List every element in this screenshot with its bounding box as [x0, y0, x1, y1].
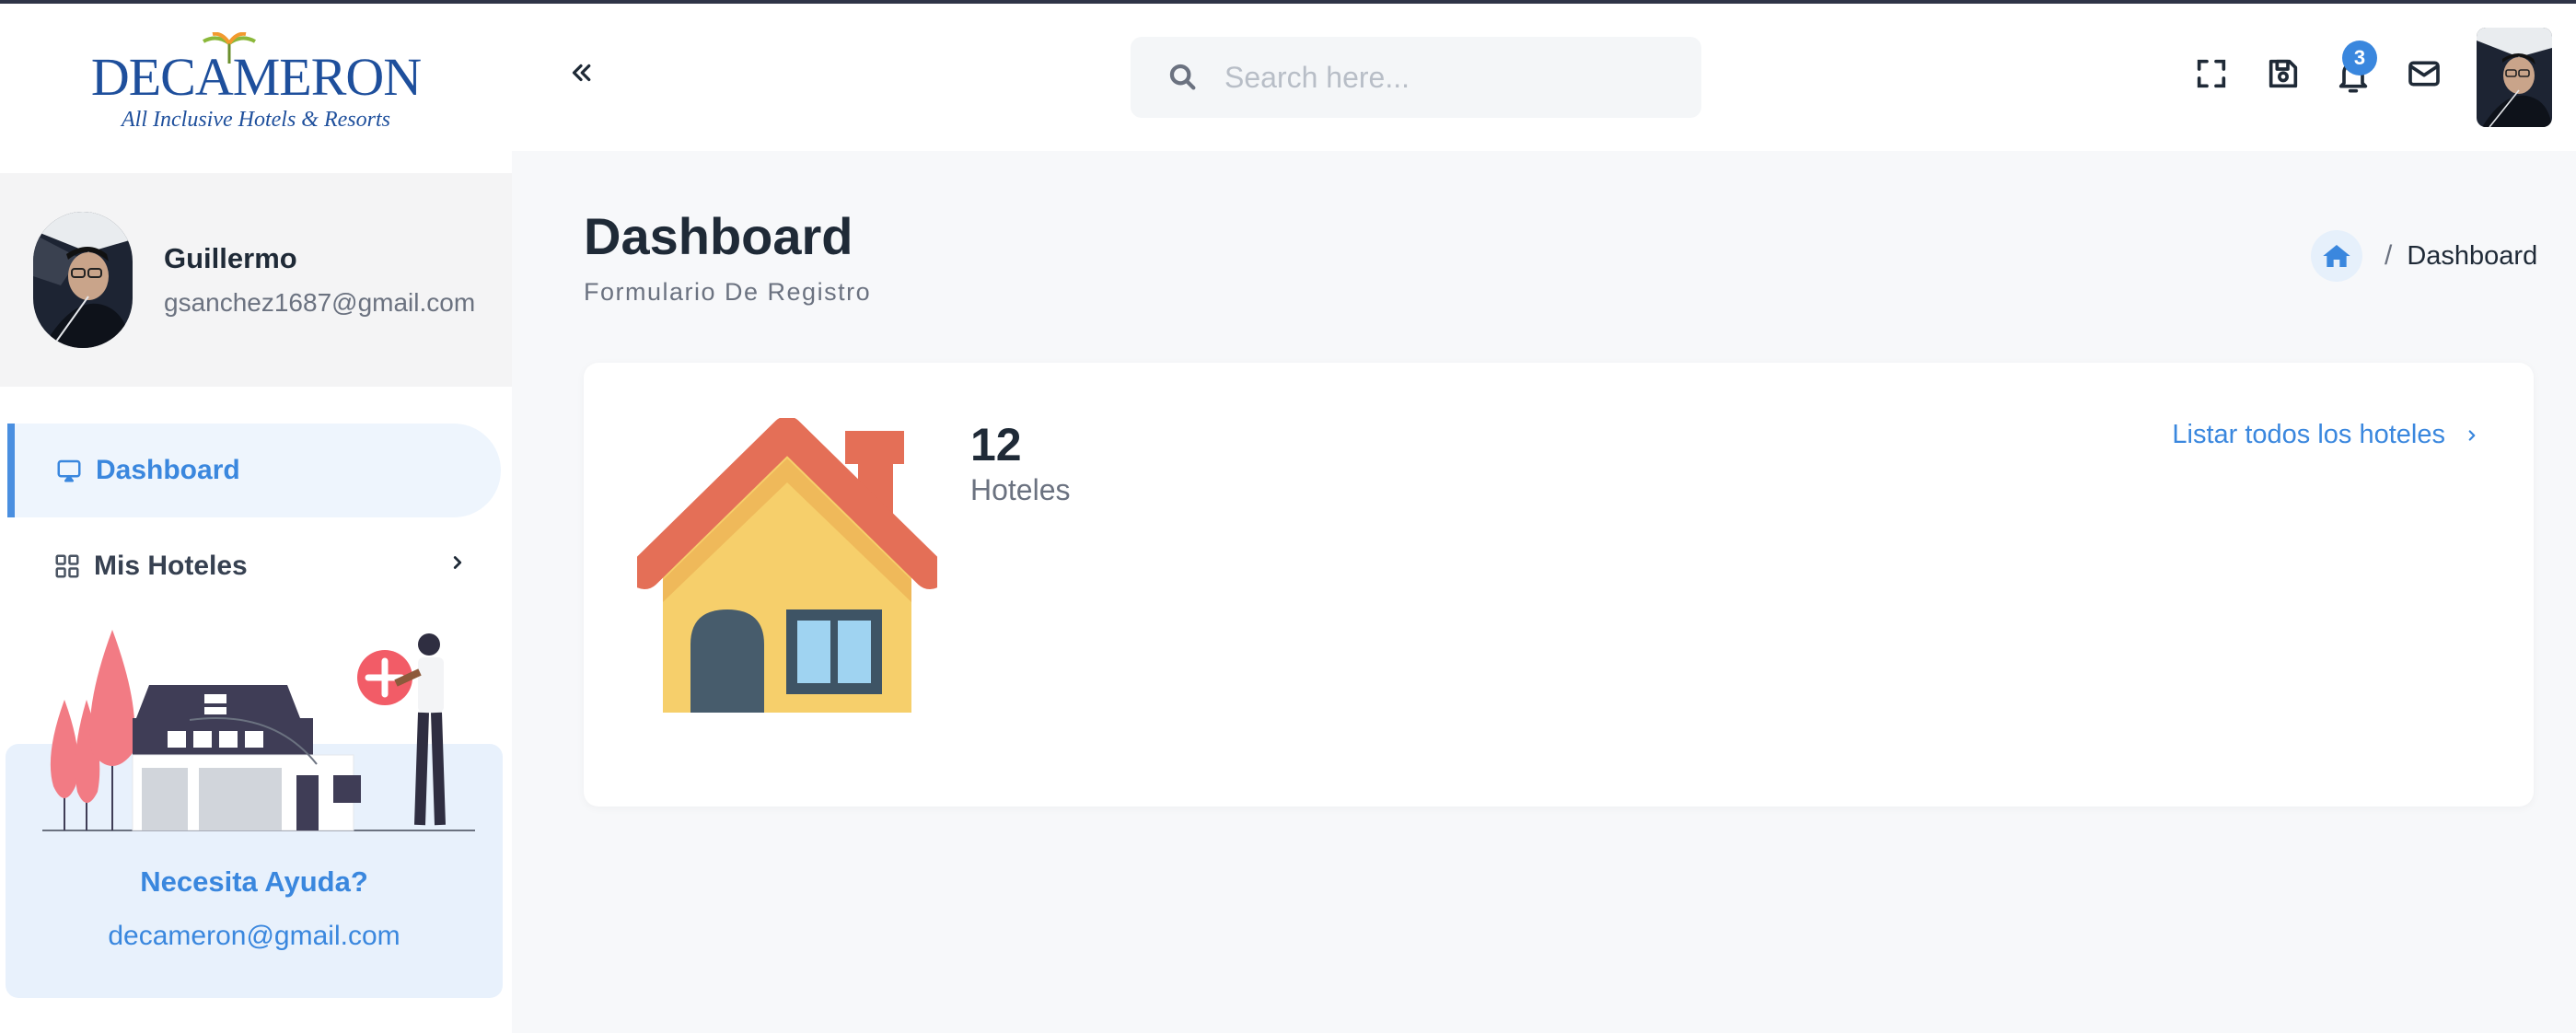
- sidebar-item-dashboard[interactable]: Dashboard: [7, 424, 501, 517]
- breadcrumb: / Dashboard: [2311, 230, 2537, 282]
- user-profile: Guillermo gsanchez1687@gmail.com: [0, 173, 512, 387]
- house-person-illustration: [42, 630, 475, 831]
- sidebar-item-label: Mis Hoteles: [94, 551, 248, 581]
- hotels-count-label: Hoteles: [970, 473, 1071, 506]
- sidebar: DECAMERON All Inclusive Hotels & Resorts…: [0, 4, 512, 1033]
- breadcrumb-home[interactable]: [2311, 230, 2362, 282]
- chevron-right-icon[interactable]: [447, 552, 468, 573]
- sidebar-nav: Dashboard Mis Hoteles: [0, 387, 512, 613]
- collapse-icon[interactable]: [567, 59, 595, 87]
- grid-icon: [55, 554, 79, 578]
- chevron-right-icon: [2468, 429, 2476, 441]
- monitor-icon: [57, 459, 81, 482]
- user-name: Guillermo: [164, 242, 297, 274]
- help-panel: Necesita Ayuda? decameron@gmail.com: [6, 617, 503, 998]
- save-icon[interactable]: [2265, 55, 2302, 92]
- list-hotels-link[interactable]: Listar todos los hoteles: [2172, 420, 2480, 450]
- page-subtitle: Formulario De Registro: [584, 278, 872, 306]
- hotels-count: 12: [970, 419, 1022, 470]
- mail-icon[interactable]: [2405, 55, 2443, 92]
- search-icon[interactable]: [1167, 62, 1199, 93]
- hotels-stat-card: 12 Hoteles Listar todos los hoteles: [584, 363, 2534, 807]
- house-icon: [637, 418, 937, 713]
- help-title: Necesita Ayuda?: [140, 865, 368, 898]
- header-user-avatar[interactable]: [2477, 28, 2552, 127]
- logo-tagline: All Inclusive Hotels & Resorts: [122, 107, 390, 132]
- user-avatar[interactable]: [33, 212, 133, 348]
- search-bar: [1131, 37, 1701, 118]
- list-hotels-label: Listar todos los hoteles: [2172, 420, 2445, 449]
- logo-wordmark: DECAMERON: [91, 31, 422, 104]
- page-title: Dashboard: [584, 207, 853, 265]
- home-icon: [2323, 245, 2350, 267]
- sidebar-item-label: Dashboard: [96, 455, 240, 485]
- breadcrumb-separator: /: [2385, 240, 2393, 271]
- palm-tree-icon: [202, 31, 256, 64]
- sidebar-item-mis-hoteles[interactable]: Mis Hoteles: [7, 519, 501, 613]
- brand-logo[interactable]: DECAMERON All Inclusive Hotels & Resorts: [0, 4, 512, 173]
- search-input[interactable]: [1224, 60, 1685, 95]
- fullscreen-icon[interactable]: [2193, 55, 2230, 92]
- help-email-link[interactable]: decameron@gmail.com: [6, 921, 503, 952]
- user-email: gsanchez1687@gmail.com: [164, 288, 476, 317]
- breadcrumb-current: Dashboard: [2407, 240, 2538, 271]
- notification-badge: 3: [2342, 41, 2377, 75]
- top-header: 3: [512, 4, 2576, 151]
